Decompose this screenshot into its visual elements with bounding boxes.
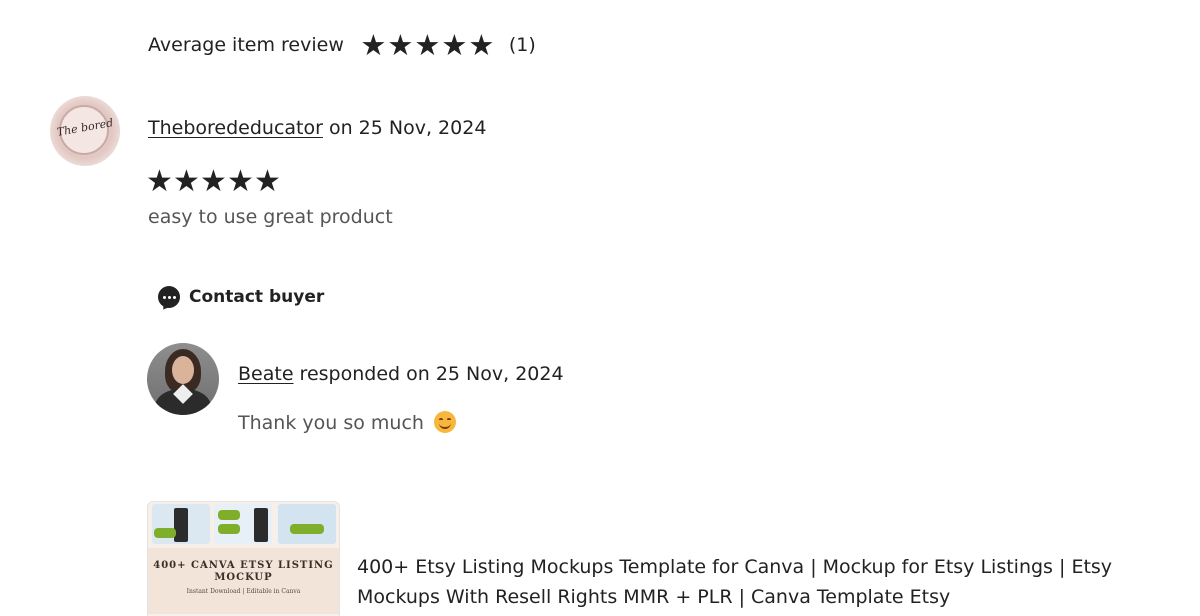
star-icon: ★ bbox=[173, 164, 200, 199]
thumbnail-title: 400+ CANVA ETSY LISTING MOCKUP bbox=[153, 560, 334, 583]
contact-buyer-button[interactable]: Contact buyer bbox=[158, 286, 324, 308]
star-icon: ★ bbox=[254, 164, 281, 199]
average-review-label: Average item review bbox=[148, 34, 344, 56]
star-icon: ★ bbox=[468, 28, 495, 62]
response-header: Beate responded on 25 Nov, 2024 bbox=[238, 363, 564, 385]
reviewer-avatar[interactable]: The bored bbox=[50, 96, 120, 166]
thumbnail-mockup-strip bbox=[148, 502, 339, 548]
review-text: easy to use great product bbox=[148, 206, 393, 228]
star-icon: ★ bbox=[227, 164, 254, 199]
item-thumbnail[interactable]: 400+ CANVA ETSY LISTING MOCKUP Instant D… bbox=[147, 501, 340, 616]
response-date: responded on 25 Nov, 2024 bbox=[293, 363, 564, 385]
star-icon: ★ bbox=[200, 164, 227, 199]
star-icon: ★ bbox=[360, 28, 387, 62]
average-rating-stars: ★ ★ ★ ★ ★ bbox=[360, 30, 495, 60]
star-icon: ★ bbox=[387, 28, 414, 62]
response-text: Thank you so much bbox=[238, 411, 456, 434]
star-icon: ★ bbox=[414, 28, 441, 62]
star-icon: ★ bbox=[441, 28, 468, 62]
review-page: Average item review ★ ★ ★ ★ ★ (1) The bo… bbox=[0, 0, 1200, 616]
average-review-row: Average item review ★ ★ ★ ★ ★ (1) bbox=[148, 30, 536, 60]
chat-bubble-icon bbox=[158, 286, 180, 308]
thumbnail-subtitle: Instant Download | Editable in Canva bbox=[186, 588, 301, 595]
contact-buyer-label: Contact buyer bbox=[189, 287, 325, 307]
item-title-link[interactable]: 400+ Etsy Listing Mockups Template for C… bbox=[357, 552, 1187, 612]
review-rating-stars: ★ ★ ★ ★ ★ bbox=[146, 166, 281, 198]
reviewer-name-link[interactable]: Theborededucator bbox=[148, 117, 323, 139]
seller-avatar[interactable] bbox=[147, 343, 219, 415]
response-message: Thank you so much bbox=[238, 412, 430, 434]
review-date: on 25 Nov, 2024 bbox=[322, 117, 487, 139]
review-header: Theborededucator on 25 Nov, 2024 bbox=[148, 117, 486, 139]
smiling-face-emoji bbox=[433, 411, 456, 433]
star-icon: ★ bbox=[146, 164, 173, 199]
review-count: (1) bbox=[508, 34, 536, 56]
seller-name-link[interactable]: Beate bbox=[238, 363, 294, 385]
